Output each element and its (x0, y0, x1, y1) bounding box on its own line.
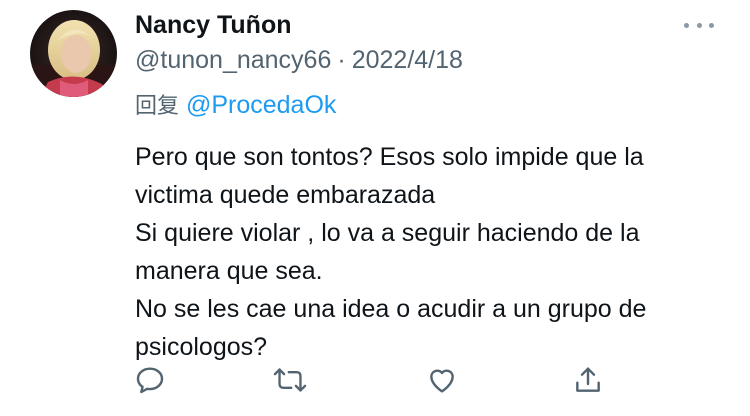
reply-button[interactable] (132, 362, 168, 398)
tweet-text-line: Pero que son tontos? Esos solo impide qu… (135, 143, 644, 171)
more-dot (709, 22, 714, 28)
tweet-text-line: victima quede embarazada (135, 181, 436, 209)
meta-separator: · (337, 46, 346, 74)
avatar-image (30, 10, 117, 97)
tweet-actions (0, 362, 750, 402)
tweet-text-line: Si quiere violar , lo va a seguir hacien… (135, 219, 640, 247)
tweet-meta: @tunon_nancy66 · 2022/4/18 (135, 45, 463, 75)
avatar[interactable] (30, 10, 117, 97)
tweet-text-line: psicologos? (135, 333, 268, 361)
like-button[interactable] (424, 362, 460, 398)
reply-icon (136, 367, 164, 394)
author-handle[interactable]: @tunon_nancy66 (135, 46, 331, 74)
tweet-text-line: No se les cae una idea o acudir a un gru… (135, 295, 647, 323)
reply-prefix: 回复 (135, 94, 180, 119)
like-icon (430, 369, 454, 393)
retweet-button[interactable] (272, 362, 308, 398)
more-dot (696, 22, 702, 28)
tweet-date[interactable]: 2022/4/18 (352, 46, 463, 74)
retweet-icon (273, 368, 307, 392)
tweet-text-line: manera que sea. (135, 257, 323, 285)
share-icon (576, 367, 600, 392)
share-button[interactable] (570, 362, 606, 398)
more-dot (684, 22, 689, 28)
author-name[interactable]: Nancy Tuñon (135, 10, 291, 40)
tweet-text: Pero que son tontos? Esos solo impide qu… (135, 138, 735, 366)
more-options-icon[interactable] (684, 18, 714, 32)
reply-context: 回复 @ProcedaOk (135, 90, 336, 122)
tweet-card[interactable]: Nancy Tuñon @tunon_nancy66 · 2022/4/18 回复 … (0, 0, 750, 416)
reply-to-handle[interactable]: @ProcedaOk (186, 91, 336, 119)
